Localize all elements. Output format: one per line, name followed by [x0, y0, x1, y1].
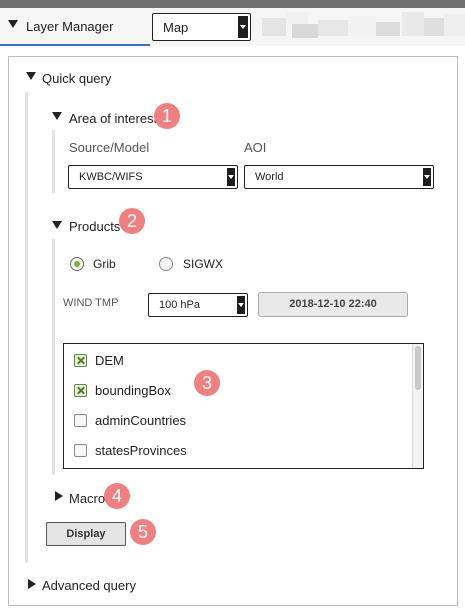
- grib-radio[interactable]: [70, 257, 84, 271]
- layer-boundingbox-label[interactable]: boundingBox: [95, 383, 171, 398]
- aoi-label: AOI: [244, 140, 267, 155]
- macro-expand-icon[interactable]: [55, 491, 63, 501]
- layer-manager-tab[interactable]: Layer Manager: [26, 19, 113, 34]
- scrollbar-thumb[interactable]: [415, 346, 421, 390]
- products-collapse-icon[interactable]: [52, 221, 62, 229]
- chevron-down-icon[interactable]: [423, 168, 431, 186]
- aoi-value: World: [255, 171, 284, 183]
- layer-manager-header: Layer Manager Map: [0, 8, 465, 46]
- pixelated-toolbar-region: [262, 8, 465, 44]
- callout-badge-1: 1: [154, 103, 180, 129]
- grib-radio-label[interactable]: Grib: [93, 257, 116, 271]
- map-select[interactable]: Map: [152, 13, 251, 41]
- collapse-arrow-icon[interactable]: [8, 20, 18, 28]
- layer-dem-checkbox[interactable]: [74, 354, 87, 367]
- map-select-value: Map: [163, 20, 189, 35]
- chevron-down-icon[interactable]: [237, 296, 245, 314]
- listbox-scrollbar[interactable]: [412, 344, 423, 468]
- callout-badge-2: 2: [119, 208, 145, 234]
- active-tab-underline: [0, 44, 150, 46]
- source-model-select[interactable]: KWBC/WIFS: [68, 165, 238, 189]
- sigwx-radio[interactable]: [159, 257, 173, 271]
- advanced-query-expand-icon[interactable]: [28, 579, 36, 589]
- area-of-interest-title[interactable]: Area of interest: [69, 111, 157, 126]
- layer-statesprovinces-label[interactable]: statesProvinces: [95, 443, 187, 458]
- wind-tmp-label: WIND TMP: [63, 297, 119, 309]
- quick-query-guide-line: [25, 92, 28, 563]
- advanced-query-title[interactable]: Advanced query: [42, 578, 136, 593]
- layer-boundingbox-checkbox[interactable]: [74, 384, 87, 397]
- callout-badge-3: 3: [194, 370, 220, 396]
- layer-statesprovinces-checkbox[interactable]: [74, 444, 87, 457]
- level-select[interactable]: 100 hPa: [148, 293, 248, 317]
- sigwx-radio-label[interactable]: SIGWX: [183, 257, 223, 271]
- products-title[interactable]: Products: [69, 219, 120, 234]
- layer-admincountries-checkbox[interactable]: [74, 414, 87, 427]
- date-time-button[interactable]: 2018-12-10 22:40: [258, 292, 408, 317]
- chevron-down-icon[interactable]: [238, 16, 248, 38]
- layer-dem-label[interactable]: DEM: [95, 353, 124, 368]
- layers-listbox[interactable]: DEM boundingBox adminCountries statesPro…: [63, 343, 424, 469]
- products-guide-line: [52, 239, 55, 475]
- area-of-interest-collapse-icon[interactable]: [52, 112, 62, 120]
- display-button[interactable]: Display: [46, 522, 126, 546]
- query-panel: Quick query Area of interest Source/Mode…: [8, 56, 458, 606]
- callout-badge-5: 5: [130, 519, 156, 545]
- level-value: 100 hPa: [159, 299, 200, 311]
- window-top-bar: [0, 0, 465, 8]
- aoi-select[interactable]: World: [244, 165, 434, 189]
- source-model-value: KWBC/WIFS: [79, 171, 143, 183]
- quick-query-collapse-icon[interactable]: [26, 72, 36, 80]
- chevron-down-icon[interactable]: [227, 168, 235, 186]
- source-model-label: Source/Model: [69, 140, 150, 155]
- quick-query-title[interactable]: Quick query: [42, 71, 111, 86]
- layer-admincountries-label[interactable]: adminCountries: [95, 413, 186, 428]
- macro-title[interactable]: Macro: [69, 491, 105, 506]
- area-guide-line: [52, 130, 55, 193]
- callout-badge-4: 4: [104, 483, 130, 509]
